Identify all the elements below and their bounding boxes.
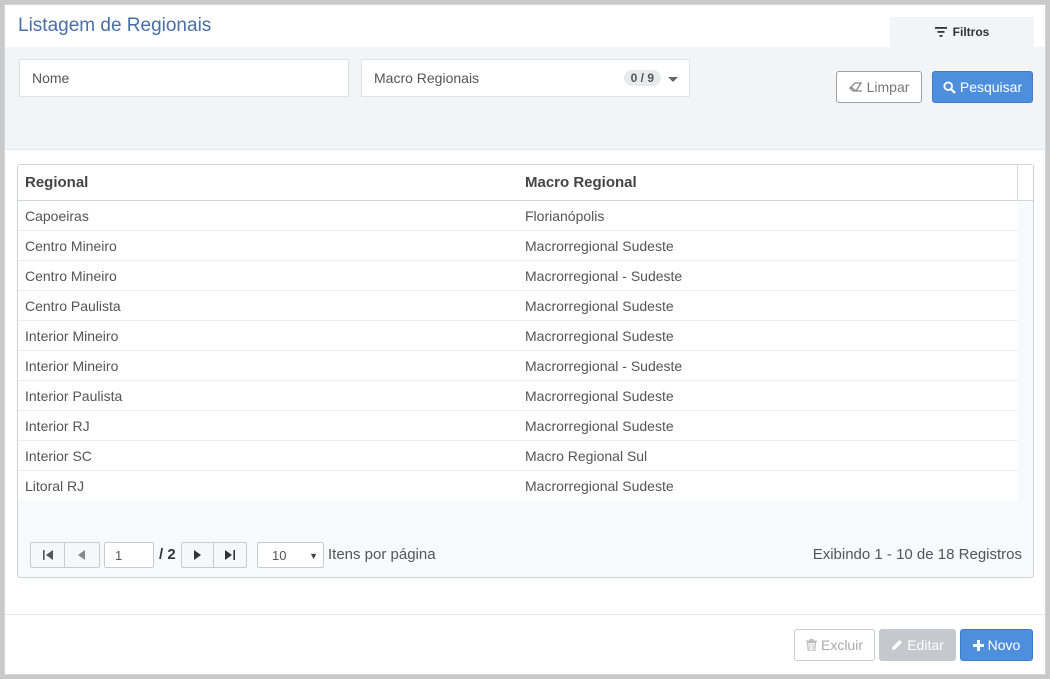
pagination-prev-group	[30, 542, 100, 568]
prev-page-icon	[78, 550, 85, 560]
pesquisar-label: Pesquisar	[959, 79, 1023, 95]
cell-macro-regional: Macro Regional Sul	[525, 448, 648, 464]
pagination-next-group	[181, 542, 247, 568]
filter-icon	[934, 27, 947, 37]
chevron-down-icon	[668, 77, 678, 82]
next-page-icon	[193, 550, 201, 560]
novo-button[interactable]: Novo	[960, 629, 1033, 661]
table-row[interactable]: Interior RJ Macrorregional Sudeste	[18, 411, 1018, 441]
plus-icon	[972, 639, 984, 651]
excluir-label: Excluir	[820, 637, 863, 653]
last-page-icon	[225, 550, 235, 560]
table-row[interactable]: Centro Mineiro Macrorregional - Sudeste	[18, 261, 1018, 291]
editar-label: Editar	[907, 637, 944, 653]
prev-page-button[interactable]	[65, 543, 99, 567]
records-info: Exibindo 1 - 10 de 18 Registros	[812, 546, 1022, 563]
selection-count-badge: 0 / 9	[623, 70, 661, 86]
table-row[interactable]: Interior Mineiro Macrorregional Sudeste	[18, 321, 1018, 351]
page-number-input[interactable]: 1	[104, 542, 154, 568]
cell-regional: Interior SC	[25, 448, 92, 464]
column-header-macro-regional[interactable]: Macro Regional	[525, 174, 637, 191]
cell-macro-regional: Macrorregional Sudeste	[525, 328, 674, 344]
editar-button[interactable]: Editar	[879, 629, 956, 661]
page-title: Listagem de Regionais	[18, 15, 212, 36]
cell-regional: Interior Mineiro	[25, 358, 119, 374]
cell-regional: Interior RJ	[25, 418, 90, 434]
dropdown-arrow-icon: ▼	[309, 551, 318, 561]
novo-label: Novo	[987, 637, 1021, 653]
table-row[interactable]: Interior Mineiro Macrorregional - Sudeste	[18, 351, 1018, 381]
nome-field[interactable]	[19, 59, 349, 97]
page-size-select[interactable]: 10 ▼	[257, 542, 324, 568]
limpar-label: Limpar	[866, 79, 910, 95]
regionais-table: Regional Macro Regional Capoeiras Florian…	[17, 164, 1034, 578]
cell-regional: Capoeiras	[25, 208, 89, 224]
search-icon	[943, 80, 956, 94]
cell-macro-regional: Macrorregional Sudeste	[525, 298, 674, 314]
nome-input[interactable]	[32, 70, 348, 86]
table-row[interactable]: Interior Paulista Macrorregional Sudeste	[18, 381, 1018, 411]
cell-macro-regional: Macrorregional Sudeste	[525, 418, 674, 434]
table-header: Regional Macro Regional	[18, 165, 1033, 201]
cell-regional: Litoral RJ	[25, 478, 85, 494]
limpar-button[interactable]: Limpar	[836, 71, 922, 103]
cell-regional: Interior Paulista	[25, 388, 123, 404]
cell-regional: Centro Mineiro	[25, 238, 117, 254]
table-row[interactable]: Centro Paulista Macrorregional Sudeste	[18, 291, 1018, 321]
total-pages: / 2	[159, 546, 176, 563]
column-header-regional[interactable]: Regional	[25, 174, 88, 191]
cell-macro-regional: Florianópolis	[525, 208, 605, 224]
excluir-button[interactable]: Excluir	[794, 629, 875, 661]
page-size-label: Itens por página	[328, 546, 436, 563]
macro-regionais-select[interactable]: Macro Regionais 0 / 9	[361, 59, 690, 97]
pagination-bar: 1 / 2 10 ▼ Itens por página Exibindo 1 -…	[18, 533, 1033, 577]
cell-regional: Interior Mineiro	[25, 328, 119, 344]
next-page-button[interactable]	[182, 543, 214, 567]
table-row[interactable]: Litoral RJ Macrorregional Sudeste	[18, 471, 1018, 501]
trash-icon	[805, 639, 817, 651]
cell-regional: Centro Mineiro	[25, 268, 117, 284]
pencil-icon	[892, 640, 903, 650]
first-page-icon	[42, 550, 53, 560]
cell-macro-regional: Macrorregional Sudeste	[525, 478, 674, 494]
table-body: Capoeiras Florianópolis Centro Mineiro Mac…	[18, 201, 1018, 501]
pesquisar-button[interactable]: Pesquisar	[932, 71, 1033, 103]
scrollbar-gutter	[1017, 165, 1033, 201]
table-row[interactable]: Capoeiras Florianópolis	[18, 201, 1018, 231]
first-page-button[interactable]	[31, 543, 65, 567]
cell-macro-regional: Macrorregional - Sudeste	[525, 358, 683, 374]
cell-macro-regional: Macrorregional Sudeste	[525, 238, 674, 254]
eraser-icon	[848, 82, 862, 92]
cell-macro-regional: Macrorregional - Sudeste	[525, 268, 683, 284]
page-size-value: 10	[272, 547, 287, 563]
filters-tab-label: Filtros	[952, 25, 990, 39]
page-frame: Listagem de Regionais Filtros Macro Regi…	[4, 4, 1046, 675]
filters-tab[interactable]: Filtros	[890, 17, 1034, 47]
cell-macro-regional: Macrorregional Sudeste	[525, 388, 674, 404]
table-row[interactable]: Centro Mineiro Macrorregional Sudeste	[18, 231, 1018, 261]
cell-regional: Centro Paulista	[25, 298, 121, 314]
table-row[interactable]: Interior SC Macro Regional Sul	[18, 441, 1018, 471]
last-page-button[interactable]	[214, 543, 246, 567]
macro-regionais-label: Macro Regionais	[374, 70, 480, 86]
